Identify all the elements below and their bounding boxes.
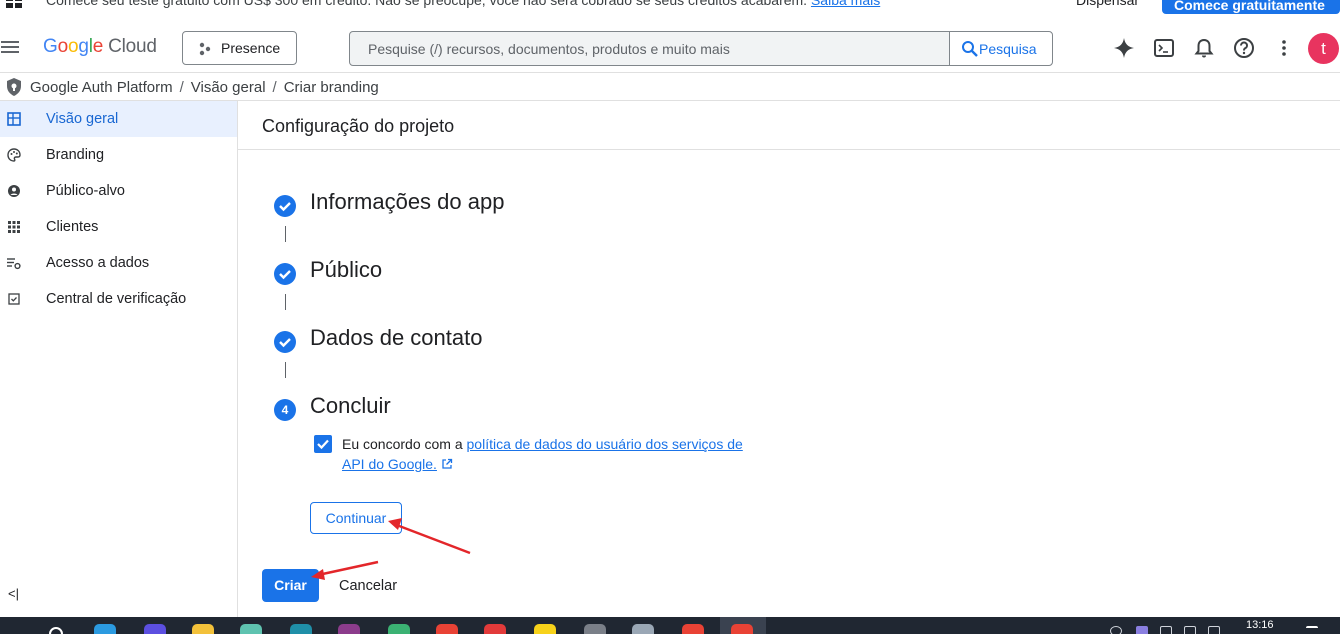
app-icon[interactable] <box>632 624 654 634</box>
app-icon[interactable] <box>584 624 606 634</box>
agreement-checkbox[interactable] <box>314 435 332 453</box>
os-taskbar: 13:16 <box>0 617 1340 634</box>
copilot-app-icon[interactable] <box>144 624 166 634</box>
search-button-label: Pesquisa <box>979 41 1037 57</box>
step-connector <box>285 294 286 310</box>
app-icon[interactable] <box>338 624 360 634</box>
dashboard-icon <box>7 112 21 126</box>
check-circle-icon <box>274 331 296 353</box>
volume-icon[interactable] <box>1160 626 1172 634</box>
chrome-app-icon[interactable] <box>731 624 753 634</box>
project-picker-button[interactable]: Presence <box>182 31 297 65</box>
chrome-app-icon[interactable] <box>682 624 704 634</box>
app-icon[interactable] <box>240 624 262 634</box>
data-settings-icon <box>7 258 21 270</box>
sidebar-item-label: Acesso a dados <box>46 255 150 271</box>
display-icon[interactable] <box>1208 626 1220 634</box>
breadcrumb: Google Auth Platform / Visão geral / Criar b… <box>0 73 1340 101</box>
logo-cloud-text: Cloud <box>108 36 157 57</box>
sidebar-item-audience[interactable]: Público-alvo <box>0 173 237 209</box>
sidebar-item-label: Visão geral <box>46 111 119 127</box>
menu-icon[interactable] <box>1 41 19 54</box>
project-icon <box>199 42 211 56</box>
sidebar-item-label: Central de verificação <box>46 291 187 307</box>
search-input[interactable]: Pesquise (/) recursos, documentos, produ… <box>368 41 730 57</box>
step-title: Informações do app <box>310 189 505 214</box>
page-title: Configuração do projeto <box>238 101 1340 150</box>
external-link-icon <box>442 458 452 469</box>
promo-text: Comece seu teste gratuito com US$ 300 em… <box>46 0 808 8</box>
checkmark-icon <box>317 439 329 450</box>
notifications-icon[interactable] <box>1306 626 1318 634</box>
sidebar-item-label: Branding <box>46 147 105 163</box>
collapse-sidebar-button[interactable]: <| <box>8 586 19 601</box>
chrome-app-icon[interactable] <box>436 624 458 634</box>
promo-learn-more-link[interactable]: Saiba mais <box>811 0 880 8</box>
main-content: Configuração do projeto Informações do a… <box>238 101 1340 617</box>
search-button[interactable]: Pesquisa <box>949 32 1052 65</box>
breadcrumb-overview[interactable]: Visão geral <box>191 79 266 96</box>
sidebar-item-clients[interactable]: Clientes <box>0 209 237 245</box>
step-title: Concluir <box>310 393 391 418</box>
sidebar-item-label: Público-alvo <box>46 183 125 199</box>
account-avatar[interactable]: t <box>1308 33 1339 64</box>
breadcrumb-auth-platform[interactable]: Google Auth Platform <box>30 79 173 96</box>
sidebar-item-label: Clientes <box>46 219 99 235</box>
check-circle-icon <box>274 195 296 217</box>
promo-banner: Comece seu teste gratuito com US$ 300 em… <box>0 0 1340 15</box>
person-icon <box>8 185 20 197</box>
dismiss-button[interactable]: Dispensar <box>1076 0 1139 8</box>
sticky-notes-icon[interactable] <box>534 624 556 634</box>
step-title: Dados de contato <box>310 325 483 350</box>
apps-grid-icon[interactable] <box>6 0 22 8</box>
edge-app-icon[interactable] <box>94 624 116 634</box>
sidebar: Visão geral Branding Público-alvo Client… <box>0 101 238 617</box>
palette-icon <box>7 148 21 162</box>
breadcrumb-create-branding: Criar branding <box>283 79 379 96</box>
cancel-button[interactable]: Cancelar <box>339 578 397 594</box>
sidebar-item-branding[interactable]: Branding <box>0 137 237 173</box>
google-cloud-logo[interactable]: Google Cloud <box>43 36 157 58</box>
gemini-sparkle-icon[interactable] <box>1113 37 1135 59</box>
app-icon[interactable] <box>290 624 312 634</box>
network-icon[interactable] <box>1110 626 1122 634</box>
file-explorer-icon[interactable] <box>192 624 214 634</box>
sidebar-item-data-access[interactable]: Acesso a dados <box>0 245 237 281</box>
promo-message: Comece seu teste gratuito com US$ 300 em… <box>46 0 880 8</box>
help-icon[interactable] <box>1233 37 1255 59</box>
agreement-text: Eu concordo com a <box>342 436 463 452</box>
sidebar-item-overview[interactable]: Visão geral <box>0 101 237 137</box>
check-circle-icon <box>274 263 296 285</box>
battery-icon[interactable] <box>1184 626 1196 634</box>
apps-grid-icon <box>8 221 20 233</box>
breadcrumb-separator: / <box>272 79 277 96</box>
shield-icon <box>7 78 21 96</box>
cloud-shell-icon[interactable] <box>1153 37 1175 59</box>
continue-button[interactable]: Continuar <box>310 502 402 534</box>
app-icon[interactable] <box>388 624 410 634</box>
step-connector <box>285 226 286 242</box>
search-bar[interactable]: Pesquise (/) recursos, documentos, produ… <box>349 31 1053 66</box>
search-icon <box>962 41 978 57</box>
breadcrumb-separator: / <box>179 79 184 96</box>
create-button[interactable]: Criar <box>262 569 319 602</box>
step-number-badge: 4 <box>274 399 296 421</box>
app-icon[interactable] <box>484 624 506 634</box>
step-title: Público <box>310 257 383 282</box>
step-connector <box>285 362 286 378</box>
clock[interactable]: 13:16 <box>1246 619 1274 631</box>
more-options-icon[interactable] <box>1273 37 1295 59</box>
verified-box-icon <box>8 293 20 305</box>
project-name: Presence <box>221 40 281 56</box>
active-app-highlight[interactable] <box>720 617 766 634</box>
start-free-button[interactable]: Comece gratuitamente <box>1162 0 1340 14</box>
top-bar: Google Cloud Presence Pesquise (/) recurs… <box>0 23 1340 73</box>
app-tray-icon[interactable] <box>1136 626 1148 634</box>
sidebar-item-verification-center[interactable]: Central de verificação <box>0 281 237 317</box>
search-icon[interactable] <box>46 625 66 634</box>
notifications-bell-icon[interactable] <box>1193 37 1215 59</box>
